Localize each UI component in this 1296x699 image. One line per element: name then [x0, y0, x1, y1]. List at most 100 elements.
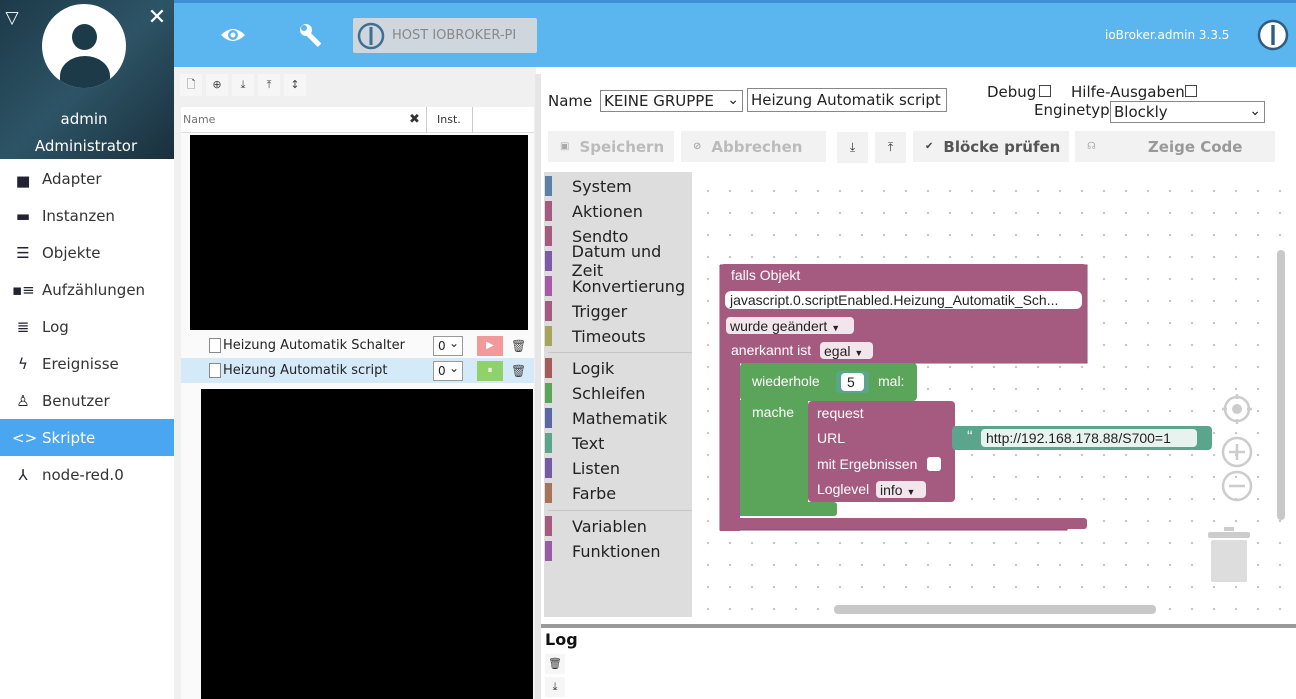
- category-trigger[interactable]: Trigger: [544, 299, 692, 323]
- trash-can-icon[interactable]: [1208, 527, 1250, 583]
- url-field[interactable]: http://192.168.178.88/S700=1: [981, 429, 1197, 447]
- category-funktionen[interactable]: Funktionen: [544, 539, 692, 563]
- category-label: Aktionen: [572, 201, 643, 221]
- cancel-icon: ⊘: [693, 141, 702, 152]
- trash-icon[interactable]: 🗑: [511, 339, 526, 353]
- sidebar-item-aufzaehlungen[interactable]: ▪≡ Aufzählungen: [0, 271, 174, 308]
- category-farbe[interactable]: Farbe: [544, 481, 692, 505]
- category-color-swatch: [545, 276, 552, 296]
- category-label: System: [572, 176, 632, 196]
- filter-row: ✖ Inst.: [181, 107, 534, 133]
- ack-dropdown[interactable]: egal ▼: [820, 342, 873, 359]
- category-color-swatch: [545, 301, 552, 321]
- trash-icon[interactable]: 🗑: [511, 364, 526, 378]
- script-name-input[interactable]: Heizung Automatik script: [747, 88, 947, 112]
- import-icon[interactable]: ⤒: [258, 74, 280, 96]
- category-aktionen[interactable]: Aktionen: [544, 199, 692, 223]
- sidebar-item-adapter[interactable]: ▅ Adapter: [0, 160, 174, 197]
- horizontal-scrollbar[interactable]: [834, 605, 1156, 614]
- check-blocks-button[interactable]: ✔ Blöcke prüfen: [913, 131, 1069, 162]
- sidebar-item-skripte[interactable]: <> Skripte: [0, 419, 174, 456]
- object-id-field[interactable]: javascript.0.scriptEnabled.Heizung_Autom…: [725, 291, 1082, 309]
- download-icon[interactable]: ⤓: [545, 677, 565, 697]
- category-logik[interactable]: Logik: [544, 356, 692, 380]
- save-button[interactable]: ▣ Speichern: [548, 131, 674, 162]
- category-mathematik[interactable]: Mathematik: [544, 406, 692, 430]
- recenter-icon[interactable]: [1221, 393, 1253, 425]
- category-variablen[interactable]: Variablen: [544, 514, 692, 538]
- category-color-swatch: [545, 541, 552, 561]
- pause-icon[interactable]: ⏸: [477, 360, 503, 381]
- category-label: Mathematik: [572, 408, 668, 428]
- vertical-scrollbar[interactable]: [1277, 250, 1285, 520]
- version-label: ioBroker.admin 3.3.5: [1105, 28, 1230, 42]
- category-color-swatch: [545, 201, 552, 221]
- enum-icon: ▪≡: [12, 280, 35, 299]
- sidebar-item-label: Instanzen: [42, 206, 115, 225]
- changed-dropdown[interactable]: wurde geändert ▼: [726, 317, 854, 334]
- trash-icon[interactable]: 🗑: [545, 654, 565, 674]
- sidebar-item-objekte[interactable]: ☰ Objekte: [0, 234, 174, 271]
- host-label: HOST IOBROKER-PI: [392, 28, 517, 43]
- quote-open-icon: “: [967, 427, 973, 446]
- export-blocks-icon[interactable]: ⤓: [837, 132, 868, 163]
- category-system[interactable]: System: [544, 174, 692, 198]
- export-icon[interactable]: ⤓: [232, 74, 254, 96]
- engine-select[interactable]: Blockly ⌄: [1110, 101, 1265, 123]
- sidebar-item-label: node-red.0: [42, 465, 124, 484]
- group-select-value: KEINE GRUPPE: [604, 92, 714, 110]
- debug-checkbox[interactable]: [1039, 85, 1051, 97]
- eye-icon[interactable]: [219, 24, 247, 46]
- name-filter-input[interactable]: [181, 107, 401, 131]
- zoom-out-icon[interactable]: [1221, 470, 1253, 502]
- hilfe-checkbox[interactable]: [1185, 85, 1197, 97]
- zoom-in-icon[interactable]: [1221, 436, 1253, 468]
- show-code-button[interactable]: ☊ Zeige Code: [1075, 131, 1275, 162]
- sidebar-item-node-red[interactable]: ⅄ node-red.0: [0, 456, 174, 493]
- sidebar-item-log[interactable]: ≣ Log: [0, 308, 174, 345]
- script-name: Heizung Automatik Schalter: [223, 338, 405, 353]
- category-timeouts[interactable]: Timeouts: [544, 324, 692, 348]
- add-folder-icon[interactable]: ⊕: [206, 74, 228, 96]
- instances-icon: ▬: [15, 206, 31, 225]
- sidebar-item-ereignisse[interactable]: ϟ Ereignisse: [0, 345, 174, 382]
- expand-icon[interactable]: ↕: [284, 74, 306, 96]
- show-code-label: Zeige Code: [1147, 137, 1243, 156]
- wrench-icon[interactable]: [298, 22, 324, 48]
- play-icon[interactable]: ▶: [477, 335, 503, 356]
- new-script-icon[interactable]: 🗋: [180, 74, 202, 96]
- instance-select[interactable]: 0: [433, 359, 463, 381]
- category-color-swatch: [545, 483, 552, 503]
- clear-filter-icon[interactable]: ✖: [409, 112, 420, 127]
- repeat-count-field[interactable]: 5: [841, 373, 864, 391]
- instance-select[interactable]: 0: [433, 334, 463, 356]
- blockly-workspace[interactable]: falls Objekt javascript.0.scriptEnabled.…: [692, 172, 1288, 617]
- results-checkbox[interactable]: [927, 457, 941, 471]
- host-button[interactable]: HOST IOBROKER-PI: [353, 18, 537, 53]
- category-datum-und-zeit[interactable]: Datum und Zeit: [544, 242, 692, 280]
- file-icon: [209, 363, 221, 378]
- results-label: mit Ergebnissen: [817, 456, 918, 472]
- cancel-button[interactable]: ⊘ Abbrechen: [681, 131, 826, 162]
- category-konvertierung[interactable]: Konvertierung: [544, 274, 692, 298]
- debug-label: Debug: [987, 83, 1037, 101]
- chevron-down-icon: ⌄: [727, 92, 739, 108]
- changed-value: wurde geändert: [730, 318, 828, 334]
- menu-triangle-icon[interactable]: ▽: [2, 8, 22, 28]
- category-listen[interactable]: Listen: [544, 456, 692, 480]
- script-row[interactable]: Heizung Automatik script 0 ⏸ 🗑: [181, 358, 534, 383]
- sidebar-item-label: Adapter: [42, 169, 102, 188]
- app: ▽ ✕ admin Administrator ▅ Adapter ▬ Inst…: [0, 0, 1296, 699]
- sidebar-item-instanzen[interactable]: ▬ Instanzen: [0, 197, 174, 234]
- sidebar-item-label: Skripte: [42, 428, 96, 447]
- loglevel-dropdown[interactable]: info ▼: [876, 481, 926, 498]
- import-blocks-icon[interactable]: ⤒: [875, 132, 906, 163]
- close-icon[interactable]: ✕: [146, 6, 168, 30]
- url-label: URL: [817, 430, 846, 446]
- group-select[interactable]: KEINE GRUPPE ⌄: [600, 90, 743, 112]
- sidebar-item-benutzer[interactable]: ♙ Benutzer: [0, 382, 174, 419]
- script-row[interactable]: Heizung Automatik Schalter 0 ▶ 🗑: [181, 333, 534, 358]
- category-schleifen[interactable]: Schleifen: [544, 381, 692, 405]
- category-text[interactable]: Text: [544, 431, 692, 455]
- engine-select-value: Blockly: [1114, 103, 1168, 121]
